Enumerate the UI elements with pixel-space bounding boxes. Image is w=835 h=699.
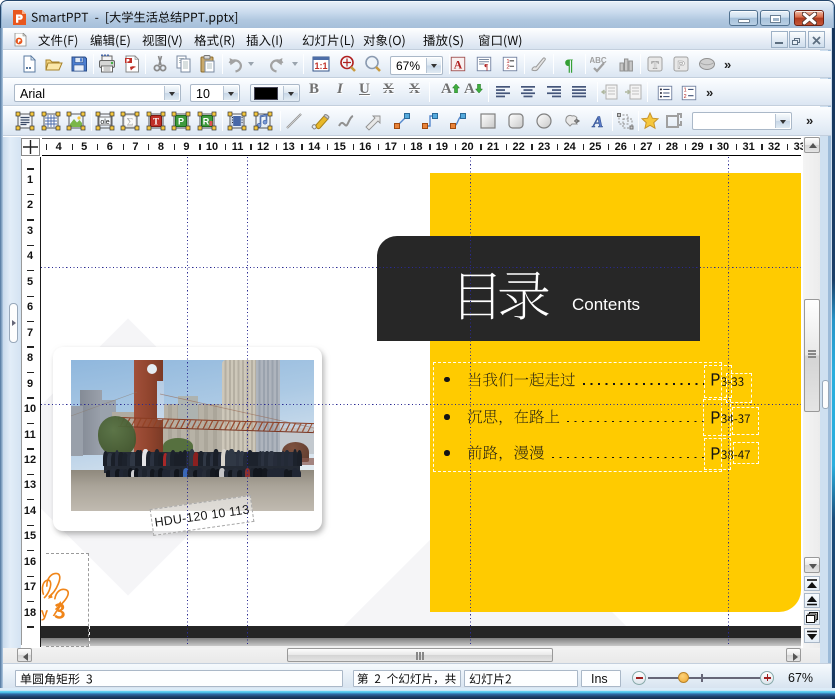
svg-text:P: P <box>677 60 684 72</box>
svg-text:ole: ole <box>100 119 109 126</box>
svg-text:R: R <box>203 117 210 127</box>
svg-text:2: 2 <box>684 94 687 100</box>
svg-text:2: 2 <box>506 65 509 71</box>
svg-text:A: A <box>454 59 463 72</box>
svg-text:1: 1 <box>684 88 687 94</box>
svg-text:P: P <box>178 117 184 127</box>
svg-text:¶: ¶ <box>564 56 573 75</box>
svg-text:1:1: 1:1 <box>314 61 327 71</box>
svg-text:A: A <box>592 114 604 131</box>
svg-text:¶: ¶ <box>484 61 488 71</box>
svg-text:Σ: Σ <box>127 115 134 129</box>
svg-text:T: T <box>651 60 659 72</box>
svg-text:T: T <box>153 117 159 127</box>
